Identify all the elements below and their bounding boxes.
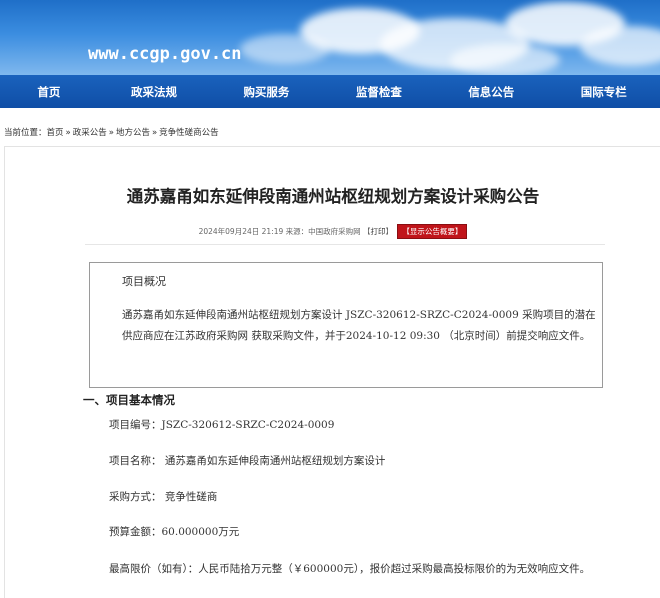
- page-title: 通苏嘉甬如东延伸段南通州站枢纽规划方案设计采购公告: [126, 187, 540, 206]
- nav-item-announcements[interactable]: 信息公告: [435, 84, 547, 100]
- divider: [85, 244, 605, 245]
- overview-text: 通苏嘉甬如东延伸段南通州站枢纽规划方案设计 JSZC-320612-SRZC-C…: [122, 309, 596, 342]
- article-content: 通苏嘉甬如东延伸段南通州站枢纽规划方案设计采购公告 2024年09月24日 21…: [4, 146, 660, 598]
- procurement-method: 采购方式： 竞争性磋商: [109, 491, 218, 503]
- cloud-decoration: [240, 34, 330, 64]
- max-price-limit: 最高限价（如有）：人民币陆拾万元整（￥600000元），报价超过采购最高投标限价…: [109, 563, 591, 575]
- section-heading: 一、项目基本情况: [83, 393, 175, 407]
- header-banner: www.ccgp.gov.cn: [0, 0, 660, 75]
- main-nav: 首页 政采法规 购买服务 监督检查 信息公告 国际专栏: [0, 75, 660, 108]
- breadcrumb-local-notices[interactable]: 地方公告: [116, 128, 150, 138]
- nav-item-international[interactable]: 国际专栏: [548, 84, 660, 100]
- nav-item-supervision[interactable]: 监督检查: [323, 84, 435, 100]
- publish-info: 2024年09月24日 21:19 来源：中国政府采购网 【: [198, 227, 371, 236]
- project-name: 项目名称： 通苏嘉甬如东延伸段南通州站枢纽规划方案设计: [109, 455, 386, 467]
- breadcrumb-label: 当前位置：: [4, 128, 47, 138]
- meta-bracket: 】: [385, 227, 394, 236]
- breadcrumb-separator: »: [108, 128, 114, 138]
- breadcrumb-procurement-notices[interactable]: 政采公告: [73, 128, 107, 138]
- overview-box: 项目概况 通苏嘉甬如东延伸段南通州站枢纽规划方案设计 JSZC-320612-S…: [89, 262, 603, 388]
- article-meta: 2024年09月24日 21:19 来源：中国政府采购网 【打印】 【显示公告概…: [5, 224, 660, 239]
- print-link[interactable]: 打印: [371, 227, 386, 236]
- breadcrumb-consultation-notices[interactable]: 竞争性磋商公告: [159, 128, 219, 138]
- budget-amount: 预算金额：60.000000万元: [109, 526, 240, 538]
- cloud-decoration: [580, 26, 660, 66]
- nav-item-home[interactable]: 首页: [0, 84, 98, 100]
- nav-item-purchase-services[interactable]: 购买服务: [210, 84, 322, 100]
- site-url-logo[interactable]: www.ccgp.gov.cn: [88, 44, 242, 64]
- breadcrumb: 当前位置：首页» 政采公告» 地方公告» 竞争性磋商公告: [4, 126, 219, 138]
- breadcrumb-home[interactable]: 首页: [47, 128, 64, 138]
- overview-title: 项目概况: [122, 275, 166, 288]
- nav-item-regulations[interactable]: 政采法规: [98, 84, 210, 100]
- project-number: 项目编号：JSZC-320612-SRZC-C2024-0009: [109, 419, 335, 431]
- breadcrumb-separator: »: [151, 128, 158, 138]
- show-summary-button[interactable]: 【显示公告概要】: [397, 224, 468, 239]
- cloud-decoration: [450, 44, 560, 75]
- breadcrumb-separator: »: [65, 128, 71, 138]
